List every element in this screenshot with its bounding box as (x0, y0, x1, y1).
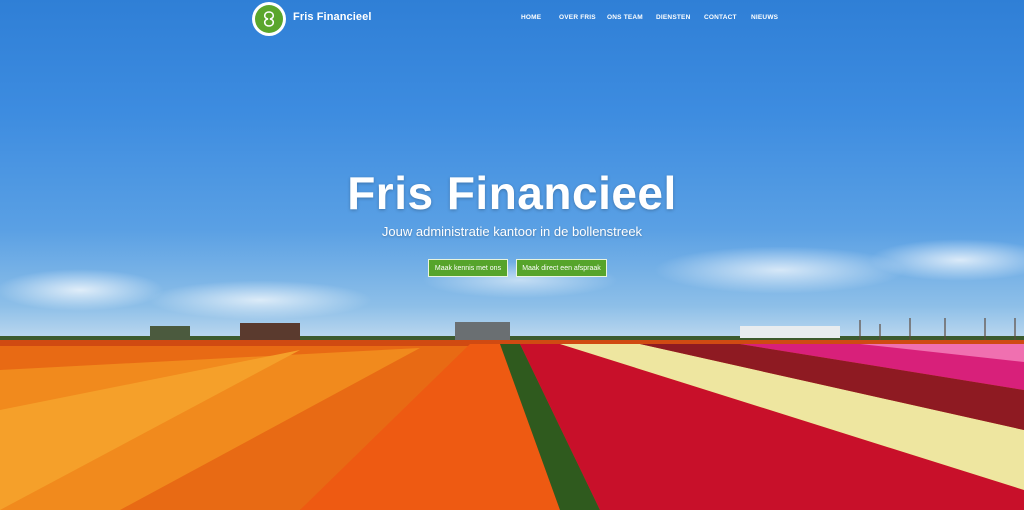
nav-contact[interactable]: CONTACT (704, 14, 737, 21)
top-navigation: Fris Financieel HOME OVER FRIS ONS TEAM … (0, 0, 1024, 40)
nav-over-fris[interactable]: OVER FRIS (559, 14, 596, 21)
tulip-field (0, 340, 1024, 510)
hero-title: Fris Financieel (347, 167, 677, 219)
nav-ons-team[interactable]: ONS TEAM (607, 14, 643, 21)
nav-diensten[interactable]: DIENSTEN (656, 14, 690, 21)
nav-nieuws[interactable]: NIEUWS (751, 14, 778, 21)
hero-background (0, 0, 1024, 510)
nav-home[interactable]: HOME (521, 14, 541, 21)
fris-logo-icon[interactable] (252, 2, 286, 36)
make-appointment-button[interactable]: Maak direct een afspraak (516, 259, 607, 277)
meet-us-button[interactable]: Maak kennis met ons (428, 259, 508, 277)
brand-name[interactable]: Fris Financieel (293, 11, 372, 23)
hero-subtitle: Jouw administratie kantoor in de bollens… (381, 224, 643, 239)
